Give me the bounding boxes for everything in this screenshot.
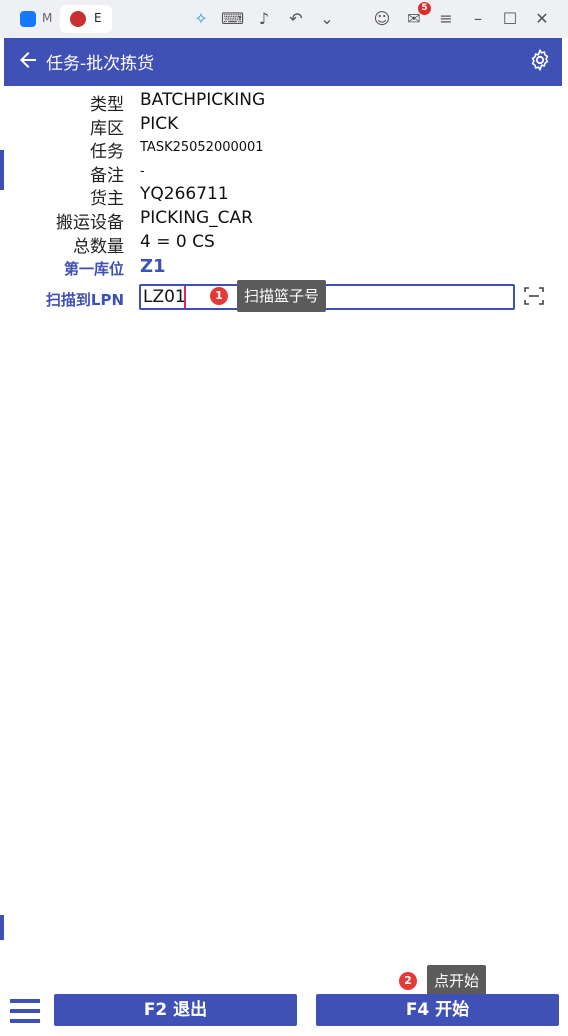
keyboard-icon[interactable]: ⌨ (221, 8, 244, 30)
scan-label: 扫描到LPN (45, 291, 124, 309)
gear-icon[interactable] (528, 48, 552, 72)
field-owner: 货主 YQ266711 (4, 184, 562, 209)
app-logo-icon (70, 11, 86, 27)
undo-icon[interactable]: ↶ (285, 8, 307, 30)
close-icon[interactable]: ✕ (531, 8, 553, 30)
field-label: 类型 (90, 95, 124, 115)
field-value: TASK25052000001 (140, 140, 264, 155)
exit-button[interactable]: F2 退出 (54, 994, 297, 1026)
field-equipment: 搬运设备 PICKING_CAR (4, 208, 562, 233)
field-remark: 备注 - (4, 161, 562, 186)
scan-icon[interactable] (523, 286, 545, 306)
back-arrow-icon[interactable] (16, 48, 40, 72)
field-value: - (140, 164, 145, 179)
browser-tab-2[interactable]: E (60, 5, 112, 33)
tooltip-start: 点开始 (427, 965, 487, 997)
chevron-down-icon[interactable]: ⌄ (316, 8, 338, 30)
field-zone: 库区 PICK (4, 114, 562, 139)
field-first-location: 第一库位 Z1 (4, 256, 562, 280)
minimize-icon[interactable]: – (467, 8, 489, 30)
tab-label: E (94, 11, 102, 25)
field-label: 搬运设备 (56, 213, 124, 233)
butterfly-icon[interactable]: ✧ (190, 8, 212, 30)
hamburger-menu-icon[interactable] (10, 998, 40, 1024)
field-label: 库区 (90, 119, 124, 139)
field-label: 第一库位 (63, 260, 124, 278)
user-icon[interactable]: ☺ (371, 8, 393, 30)
start-button[interactable]: F4 开始 (316, 994, 559, 1026)
field-value: BATCHPICKING (140, 90, 266, 110)
lpn-input-box[interactable] (139, 284, 515, 310)
step-badge: 1 (210, 287, 228, 305)
text-caret (184, 286, 186, 308)
menu-icon[interactable]: ≡ (435, 8, 457, 30)
window-titlebar: M E ✧ ⌨ ♪ ↶ ⌄ ☺ ✉ 5 ≡ – ☐ ✕ (0, 0, 568, 38)
field-value: Z1 (140, 256, 166, 277)
app-logo-icon (20, 11, 36, 27)
browser-tab-1[interactable]: M (14, 5, 56, 33)
field-value: 4 = 0 CS (140, 232, 215, 252)
volume-icon[interactable]: ♪ (253, 8, 275, 30)
app-header: 任务-批次拣货 (4, 38, 562, 86)
page-title: 任务-批次拣货 (46, 54, 155, 74)
maximize-icon[interactable]: ☐ (499, 8, 521, 30)
mail-badge: 5 (418, 2, 431, 15)
field-total-qty: 总数量 4 = 0 CS (4, 232, 562, 257)
field-task: 任务 TASK25052000001 (4, 137, 562, 162)
field-label: 备注 (90, 166, 124, 186)
field-value: PICK (140, 114, 179, 134)
left-edge-strip (0, 915, 4, 940)
field-label: 任务 (90, 142, 124, 162)
field-label: 总数量 (73, 237, 124, 257)
field-type: 类型 BATCHPICKING (4, 90, 562, 115)
field-value: YQ266711 (140, 184, 229, 204)
field-value: PICKING_CAR (140, 208, 253, 228)
tooltip-scan-basket: 扫描篮子号 (237, 280, 327, 312)
tab-label: M (42, 11, 53, 25)
field-label: 货主 (90, 189, 124, 209)
step-badge: 2 (399, 972, 417, 990)
